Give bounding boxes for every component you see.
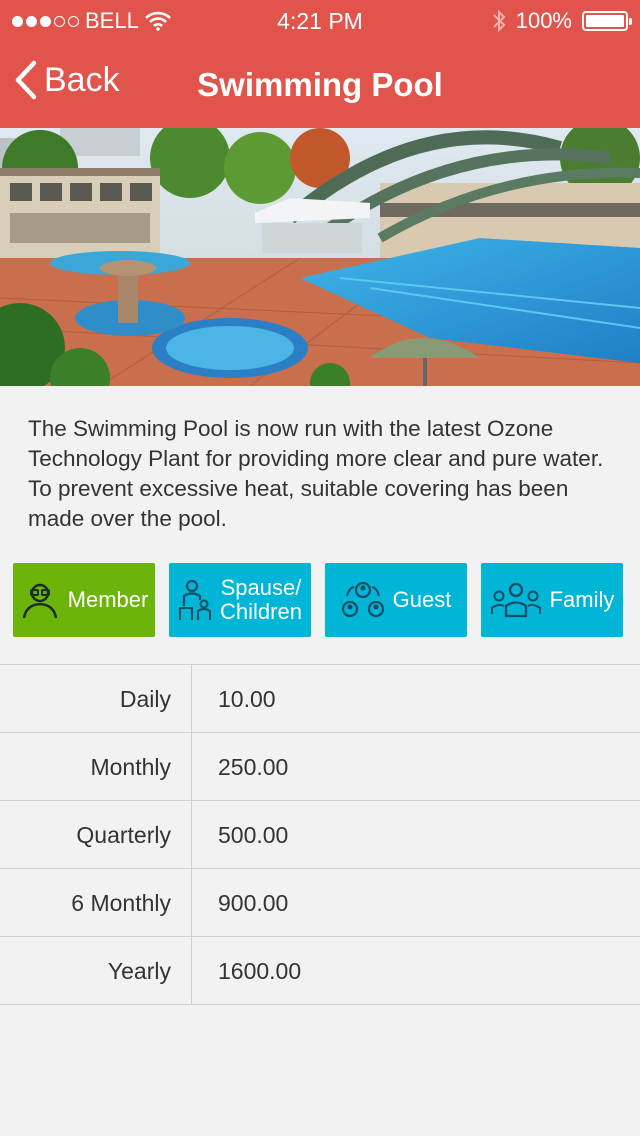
tab-guest[interactable]: Guest <box>325 563 467 637</box>
column-divider <box>191 869 192 937</box>
battery-percent: 100% <box>515 8 572 33</box>
tab-spouse-label-line1: Spause/ <box>220 575 302 600</box>
tab-member[interactable]: Member <box>13 563 155 637</box>
tab-member-label: Member <box>67 587 149 612</box>
tab-guest-label: Guest <box>392 587 452 612</box>
table-row: Yearly 1600.00 <box>0 937 640 1005</box>
price-value: 500.00 <box>218 822 289 848</box>
rates-table: Daily 10.00 Monthly 250.00 Quarterly 500… <box>0 664 640 1005</box>
column-divider <box>191 801 192 869</box>
table-row: Monthly 250.00 <box>0 733 640 801</box>
guest-icon <box>341 581 384 618</box>
member-icon <box>22 583 57 619</box>
membership-type-tabs: Member Spause/ Children Guest Family <box>13 563 627 637</box>
navigation-bar: Back Swimming Pool <box>0 40 640 128</box>
period-label: Yearly <box>107 958 171 984</box>
bluetooth-icon <box>493 9 506 33</box>
table-row: 6 Monthly 900.00 <box>0 869 640 937</box>
tab-spouse-children[interactable]: Spause/ Children <box>169 563 311 637</box>
price-value: 900.00 <box>218 890 289 916</box>
tab-spouse-label-line2: Children <box>220 599 302 624</box>
period-label: Daily <box>119 686 171 712</box>
price-value: 1600.00 <box>218 958 302 984</box>
page-title: Swimming Pool <box>197 66 443 103</box>
column-divider <box>191 937 192 1005</box>
table-row: Daily 10.00 <box>0 665 640 733</box>
tab-spouse-children-label: Spause/ Children <box>220 576 302 624</box>
table-row: Quarterly 500.00 <box>0 801 640 869</box>
spouse-children-icon <box>179 579 212 620</box>
tab-family[interactable]: Family <box>481 563 623 637</box>
price-value: 250.00 <box>218 754 289 780</box>
period-label: 6 Monthly <box>71 890 171 916</box>
pool-photo <box>0 128 640 386</box>
tab-family-label: Family <box>549 587 615 612</box>
period-label: Quarterly <box>76 822 171 848</box>
description-text: The Swimming Pool is now run with the la… <box>28 416 604 531</box>
price-value: 10.00 <box>218 686 276 712</box>
status-right: 100% <box>492 8 632 34</box>
column-divider <box>191 665 192 733</box>
status-bar: BELL 4:21 PM 100% <box>0 0 640 40</box>
family-icon <box>490 582 541 618</box>
battery-icon <box>582 11 632 31</box>
column-divider <box>191 733 192 801</box>
period-label: Monthly <box>90 754 171 780</box>
